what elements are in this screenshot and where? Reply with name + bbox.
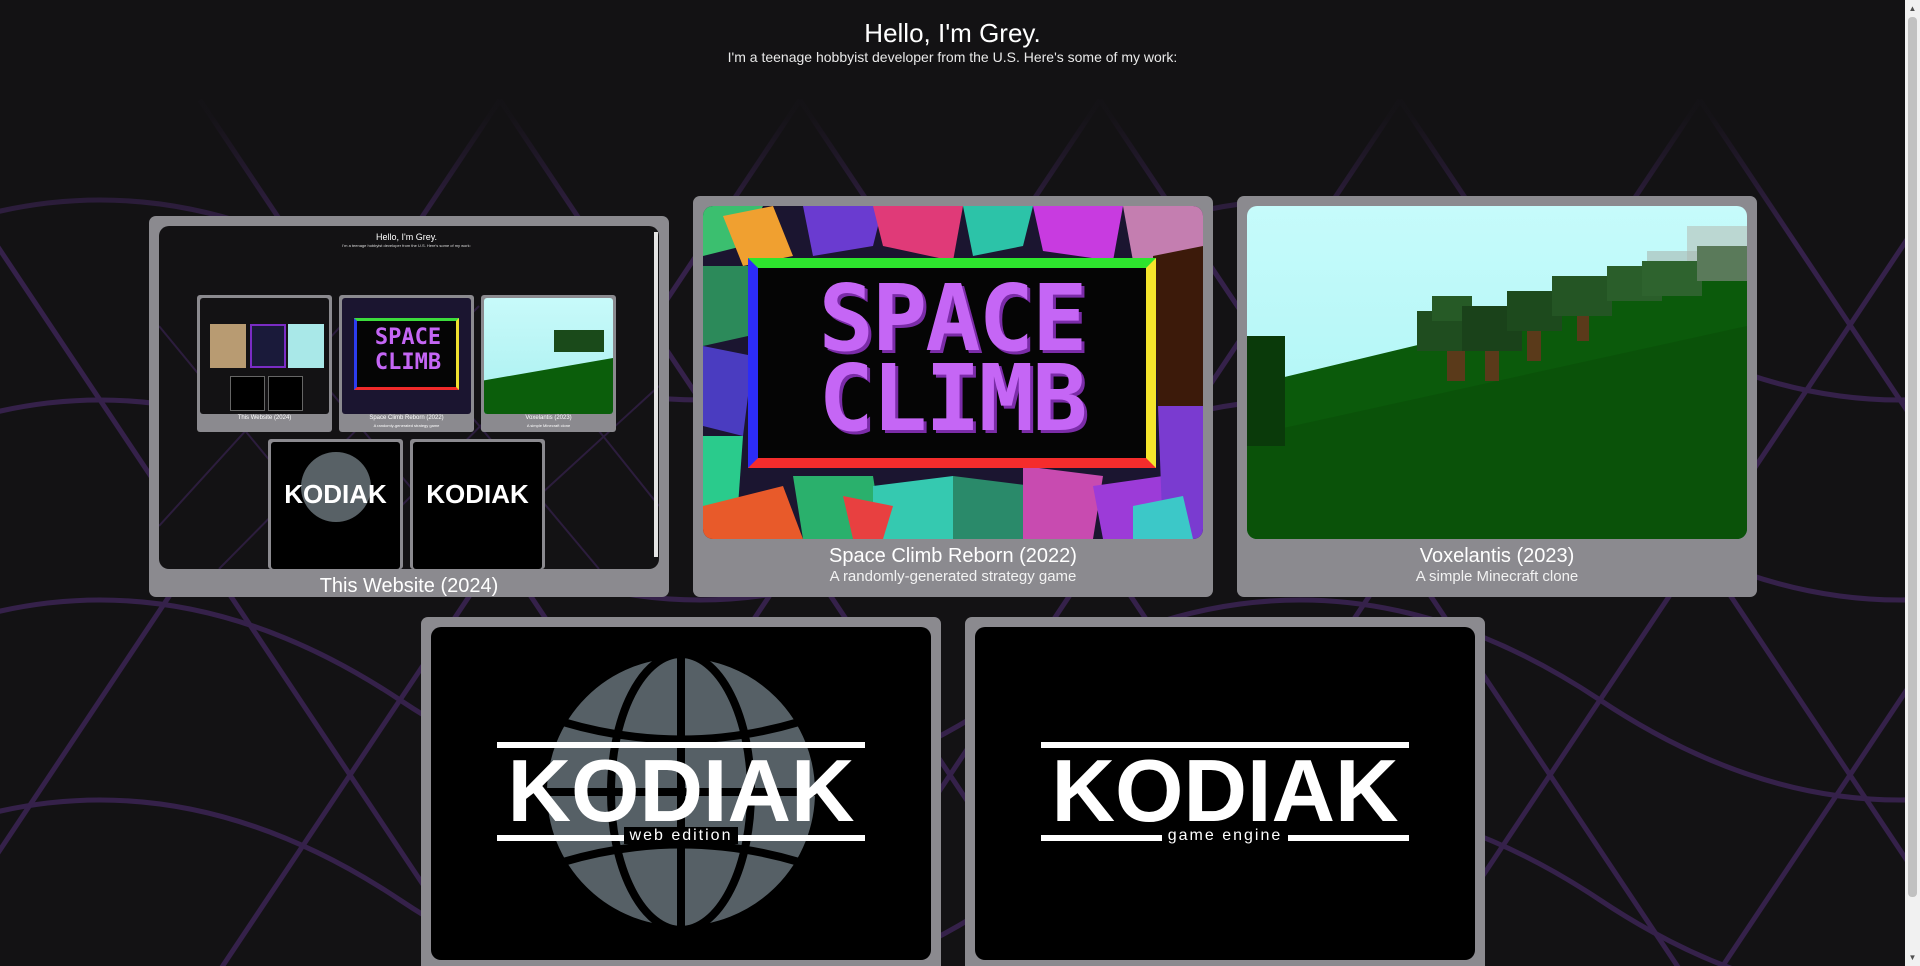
project-title: Space Climb Reborn (2022)	[829, 545, 1077, 567]
project-card-this-website[interactable]: Hello, I'm Grey. I'm a teenage hobbyist …	[149, 216, 669, 597]
project-thumbnail: SPACE CLIMB	[703, 206, 1203, 539]
kodiak-web-subtitle: web edition	[623, 827, 739, 844]
mini-kodiak-engine-logo: KODIAK	[426, 479, 529, 509]
project-thumbnail: KODIAK web edition	[431, 627, 931, 960]
project-title: This Website (2024)	[319, 575, 499, 597]
project-thumbnail: Hello, I'm Grey. I'm a teenage hobbyist …	[159, 226, 659, 569]
project-card-voxelantis[interactable]: Voxelantis (2023) A simple Minecraft clo…	[1237, 196, 1757, 597]
space-climb-logo-line2: CLIMB	[818, 345, 1088, 452]
mini-space-climb-logo-line2: CLIMB	[374, 350, 442, 375]
mini-page-title: Hello, I'm Grey.	[375, 232, 438, 242]
vertical-scrollbar[interactable]: ▲ ▼	[1905, 0, 1920, 966]
page-header: Hello, I'm Grey. I'm a teenage hobbyist …	[0, 18, 1905, 66]
mini-card-title: Space Climb Reborn (2022)	[369, 415, 444, 421]
project-thumbnail: KODIAK game engine	[975, 627, 1475, 960]
page-subtitle: I'm a teenage hobbyist developer from th…	[727, 49, 1178, 65]
mini-card-this-website: This Website (2024)	[197, 295, 332, 432]
project-title: Voxelantis (2023)	[1419, 545, 1575, 567]
mini-card-title: Voxelantis (2023)	[525, 415, 572, 421]
kodiak-engine-logo: KODIAK	[1051, 741, 1399, 840]
mini-kodiak-web-logo: KODIAK	[284, 479, 387, 509]
page-title: Hello, I'm Grey.	[864, 18, 1041, 48]
arrow-up-icon[interactable]: ▲	[1905, 0, 1920, 17]
project-card-kodiak-engine[interactable]: KODIAK game engine	[965, 617, 1485, 966]
mini-card-voxelantis: Voxelantis (2023) A simple Minecraft clo…	[481, 295, 616, 432]
voxelantis-scene	[1247, 226, 1747, 539]
arrow-down-icon[interactable]: ▼	[1905, 949, 1920, 966]
mini-card-title: This Website (2024)	[237, 415, 292, 421]
mini-card-desc: A randomly-generated strategy game	[373, 423, 440, 428]
scrollbar-thumb[interactable]	[1908, 17, 1917, 897]
mini-card-desc: A simple Minecraft clone	[526, 423, 571, 428]
kodiak-engine-subtitle: game engine	[1161, 827, 1289, 844]
project-card-kodiak-web[interactable]: KODIAK web edition	[421, 617, 941, 966]
project-description: A simple Minecraft clone	[1415, 568, 1579, 585]
mini-card-kodiak-web: KODIAK	[268, 439, 403, 569]
kodiak-web-logo: KODIAK	[507, 741, 855, 840]
project-card-space-climb[interactable]: SPACE CLIMB Space Climb Reborn (2022) A …	[693, 196, 1213, 597]
kodiak-web-subtitle-wrap: web edition	[431, 827, 931, 845]
mini-card-space-climb: SPACE CLIMB Space Climb Reborn (2022) A …	[339, 295, 474, 432]
project-thumbnail	[1247, 206, 1747, 539]
kodiak-engine-subtitle-wrap: game engine	[975, 827, 1475, 845]
mini-page-subtitle: I'm a teenage hobbyist developer from th…	[342, 243, 471, 248]
mini-card-kodiak-engine: KODIAK	[410, 439, 545, 569]
project-description: A randomly-generated strategy game	[829, 568, 1077, 585]
mini-space-climb-logo-line1: SPACE	[374, 325, 442, 350]
